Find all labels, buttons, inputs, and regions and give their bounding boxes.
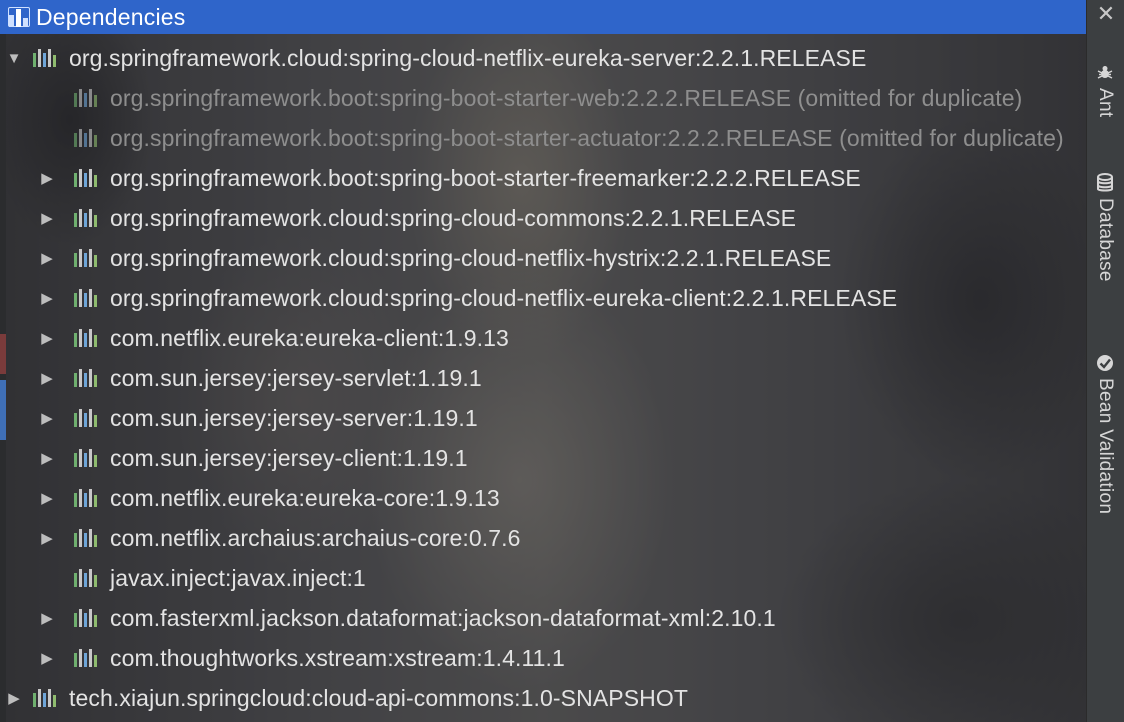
tree-node-label: com.netflix.eureka:eureka-client:1.9.13 — [110, 324, 509, 351]
library-icon — [74, 328, 100, 348]
tree-node-label: com.netflix.eureka:eureka-core:1.9.13 — [110, 484, 500, 511]
collapse-arrow-icon[interactable]: ▶ — [40, 410, 54, 427]
tree-node-child[interactable]: ▶ org.springframework.cloud:spring-cloud-… — [0, 198, 1086, 238]
library-icon — [74, 408, 100, 428]
bean-validation-icon — [1094, 352, 1116, 374]
library-icon — [74, 128, 100, 148]
tree-node-child[interactable]: ▶ com.netflix.eureka:eureka-core:1.9.13 — [0, 478, 1086, 518]
collapse-arrow-icon[interactable]: ▶ — [40, 290, 54, 307]
library-icon — [74, 608, 100, 628]
collapse-arrow-icon[interactable]: ▶ — [40, 330, 54, 347]
tab-database-label: Database — [1095, 198, 1116, 282]
collapse-arrow-icon[interactable]: ▶ — [40, 530, 54, 547]
collapse-arrow-icon[interactable]: ▶ — [40, 210, 54, 227]
collapse-arrow-icon[interactable]: ▶ — [40, 610, 54, 627]
tree-node-label: org.springframework.boot:spring-boot-sta… — [110, 124, 1064, 151]
tree-node-label: com.sun.jersey:jersey-server:1.19.1 — [110, 404, 478, 431]
tree-node-child[interactable]: ▶ org.springframework.cloud:spring-cloud-… — [0, 278, 1086, 318]
library-icon — [74, 248, 100, 268]
tab-database[interactable]: Database — [1088, 172, 1122, 282]
dependencies-header: Dependencies — [0, 0, 1086, 34]
page-title: Dependencies — [36, 3, 186, 30]
collapse-arrow-icon[interactable]: ▶ — [40, 490, 54, 507]
library-icon — [33, 688, 59, 708]
collapse-arrow-icon[interactable]: ▶ — [40, 170, 54, 187]
tree-node-label: org.springframework.boot:spring-boot-sta… — [110, 84, 1023, 111]
tree-node-child[interactable]: ▶ org.springframework.boot:spring-boot-st… — [0, 158, 1086, 198]
tree-node-label: com.fasterxml.jackson.dataformat:jackson… — [110, 604, 776, 631]
dependencies-icon — [8, 7, 30, 27]
tree-node-child[interactable]: ▶ com.fasterxml.jackson.dataformat:jackso… — [0, 598, 1086, 638]
library-icon — [74, 528, 100, 548]
tree-node-label: tech.xiajun.springcloud:cloud-api-common… — [69, 684, 688, 711]
tree-node-sibling[interactable]: ▶ tech.xiajun.springcloud:cloud-api-comm… — [0, 678, 1086, 718]
collapse-arrow-icon[interactable]: ▶ — [40, 450, 54, 467]
tree-node-label: org.springframework.cloud:spring-cloud-n… — [69, 44, 867, 71]
tree-node-label: org.springframework.cloud:spring-cloud-n… — [110, 284, 898, 311]
collapse-arrow-icon[interactable]: ▶ — [40, 650, 54, 667]
tree-node-child[interactable]: ▶ org.springframework.cloud:spring-cloud-… — [0, 238, 1086, 278]
library-icon — [74, 368, 100, 388]
library-icon — [74, 288, 100, 308]
tree-node-label: org.springframework.cloud:spring-cloud-n… — [110, 244, 832, 271]
tab-bean-validation[interactable]: Bean Validation — [1088, 352, 1122, 514]
tree-node-child[interactable]: ▶org.springframework.boot:spring-boot-st… — [0, 118, 1086, 158]
ant-icon — [1094, 62, 1116, 84]
library-icon — [74, 88, 100, 108]
tree-node-root[interactable]: ▼ org.springframework.cloud:spring-cloud… — [0, 38, 1086, 78]
library-icon — [33, 48, 59, 68]
dependency-tree: ▼ org.springframework.cloud:spring-cloud… — [0, 40, 1086, 718]
tree-node-label: org.springframework.boot:spring-boot-sta… — [110, 164, 861, 191]
library-icon — [74, 448, 100, 468]
tree-node-child[interactable]: ▶ com.thoughtworks.xstream:xstream:1.4.11… — [0, 638, 1086, 678]
close-button[interactable]: ✕ — [1094, 2, 1118, 26]
library-icon — [74, 648, 100, 668]
tree-node-label: org.springframework.cloud:spring-cloud-c… — [110, 204, 797, 231]
tree-node-child[interactable]: ▶org.springframework.boot:spring-boot-st… — [0, 78, 1086, 118]
tree-node-child[interactable]: ▶ com.sun.jersey:jersey-server:1.19.1 — [0, 398, 1086, 438]
tree-node-label: javax.inject:javax.inject:1 — [110, 564, 366, 591]
tree-node-label: com.netflix.archaius:archaius-core:0.7.6 — [110, 524, 521, 551]
collapse-arrow-icon[interactable]: ▶ — [40, 250, 54, 267]
tree-node-child[interactable]: ▶ com.sun.jersey:jersey-client:1.19.1 — [0, 438, 1086, 478]
tree-node-label: com.sun.jersey:jersey-servlet:1.19.1 — [110, 364, 482, 391]
tree-node-child[interactable]: ▶ com.netflix.eureka:eureka-client:1.9.13 — [0, 318, 1086, 358]
library-icon — [74, 208, 100, 228]
tab-ant-label: Ant — [1095, 88, 1116, 118]
library-icon — [74, 168, 100, 188]
tree-node-label: com.sun.jersey:jersey-client:1.19.1 — [110, 444, 468, 471]
database-icon — [1094, 172, 1116, 194]
collapse-arrow-icon[interactable]: ▶ — [7, 690, 21, 707]
tab-ant[interactable]: Ant — [1088, 62, 1122, 117]
tree-node-child[interactable]: ▶ com.sun.jersey:jersey-servlet:1.19.1 — [0, 358, 1086, 398]
library-icon — [74, 488, 100, 508]
tree-node-child[interactable]: ▶ com.netflix.archaius:archaius-core:0.7.… — [0, 518, 1086, 558]
tree-node-label: com.thoughtworks.xstream:xstream:1.4.11.… — [110, 644, 565, 671]
expand-arrow-icon[interactable]: ▼ — [7, 50, 22, 67]
library-icon — [74, 568, 100, 588]
tab-bean-validation-label: Bean Validation — [1095, 378, 1116, 515]
collapse-arrow-icon[interactable]: ▶ — [40, 370, 54, 387]
tree-node-child[interactable]: ▶javax.inject:javax.inject:1 — [0, 558, 1086, 598]
